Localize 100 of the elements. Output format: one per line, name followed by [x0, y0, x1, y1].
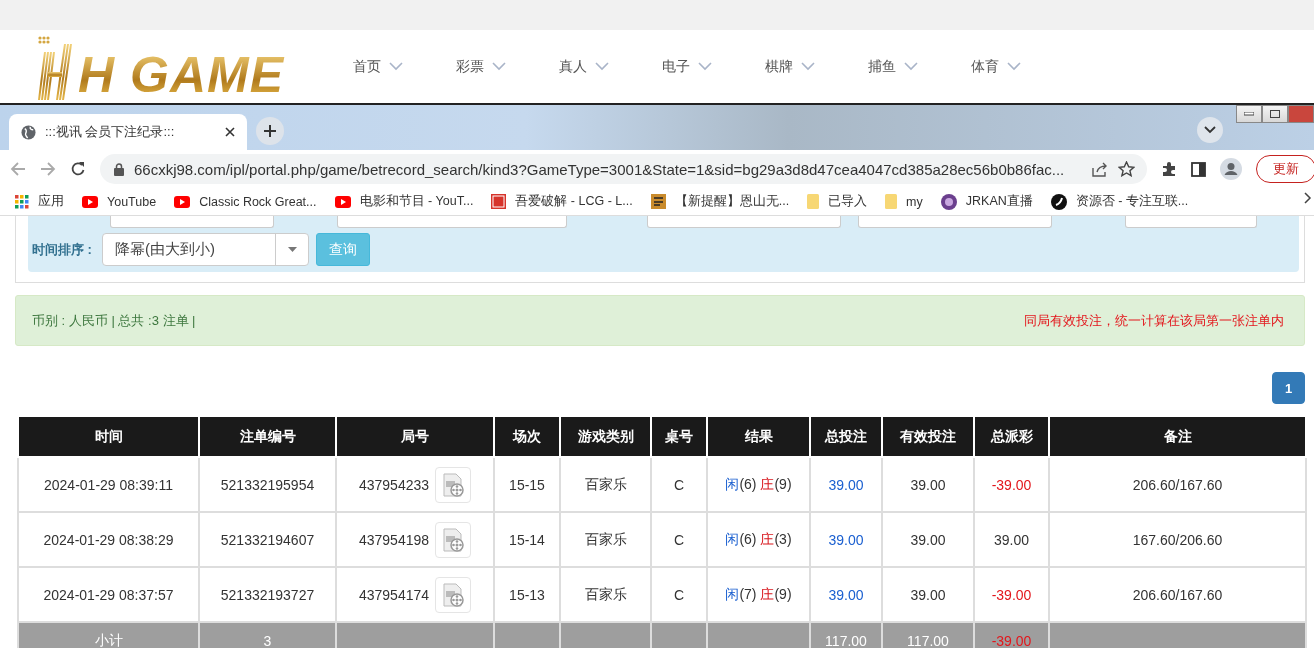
play-icon: [174, 195, 191, 208]
sort-select[interactable]: 降幂(由大到小): [102, 233, 309, 266]
nav-item[interactable]: 首页: [353, 57, 456, 76]
input-field[interactable]: [110, 216, 274, 228]
close-icon[interactable]: [225, 127, 235, 137]
column-header: 场次: [494, 417, 560, 457]
table-cell: 15-15: [494, 457, 560, 512]
sort-label: 时间排序 :: [32, 240, 93, 259]
chevron-down-icon: [595, 62, 609, 71]
folder-icon: [807, 194, 820, 209]
bookmark-item[interactable]: JRKAN直播: [940, 193, 1033, 210]
table-cell: 百家乐: [560, 457, 651, 512]
plus-icon: [263, 124, 277, 138]
minimize-icon: [1244, 112, 1254, 116]
back-icon[interactable]: [10, 161, 26, 177]
nav-item[interactable]: 捕鱼: [868, 57, 971, 76]
nav-item[interactable]: 真人: [559, 57, 662, 76]
video-file-icon[interactable]: [435, 576, 472, 613]
bookmark-item[interactable]: 吾爱破解 - LCG - L...: [491, 193, 633, 210]
orb-icon: [940, 193, 957, 210]
chevron-right-icon[interactable]: [1304, 192, 1312, 204]
share-icon[interactable]: [1092, 161, 1108, 177]
profile-avatar-icon[interactable]: [1220, 158, 1242, 180]
input-field[interactable]: [337, 216, 567, 228]
chevron-down-icon: [904, 62, 918, 71]
reload-icon[interactable]: [70, 161, 86, 177]
summary-text: 币别 : 人民币 | 总共 :3 注单 |: [32, 311, 196, 330]
bookmark-item[interactable]: 应用: [15, 193, 64, 210]
table-cell: 百家乐: [560, 512, 651, 567]
table-cell: 206.60/167.60: [1049, 457, 1306, 512]
square-logo-icon: [650, 194, 666, 209]
globe-icon: [21, 124, 36, 140]
update-button[interactable]: 更新: [1256, 155, 1314, 183]
chevron-down-icon: [1204, 126, 1216, 134]
table-cell: 521332194607: [199, 512, 336, 567]
seal-icon: [491, 194, 507, 209]
lock-icon: [114, 162, 124, 176]
table-cell: 2024-01-29 08:38:29: [18, 512, 199, 567]
bookmark-item[interactable]: 【新提醒】恩山无...: [650, 193, 790, 210]
nav-item[interactable]: 体育: [971, 57, 1074, 76]
bookmark-item[interactable]: my: [885, 194, 923, 209]
star-icon[interactable]: [1118, 161, 1135, 177]
table-cell: 437954198: [358, 531, 430, 548]
browser-tab[interactable]: :::视讯 会员下注纪录:::: [9, 114, 247, 150]
column-header: 时间: [18, 417, 199, 457]
bookmark-item[interactable]: 已导入: [807, 193, 868, 210]
result-cell: 闲(6) 庄(3): [707, 512, 810, 567]
column-header: 桌号: [651, 417, 707, 457]
table-cell: 167.60/206.60: [1049, 512, 1306, 567]
address-bar[interactable]: 66cxkj98.com/ipl/portal.php/game/betrecord_search/kind3?GameType=3001&State=1&sid=bg29a3d8d47cea4047cd385a28ec56b0b86fac...: [100, 154, 1147, 184]
table-cell: 小计: [18, 622, 199, 648]
folder-icon: [885, 194, 898, 209]
maximize-button[interactable]: [1262, 105, 1288, 123]
chevron-down-icon: [801, 62, 815, 71]
table-cell: 437954174: [358, 586, 430, 603]
table-cell: -39.00: [974, 622, 1049, 648]
column-header: 游戏类别: [560, 417, 651, 457]
maximize-icon: [1270, 110, 1280, 118]
notice-text: 同局有效投注，统一计算在该局第一张注单内: [1024, 311, 1284, 330]
nav-item[interactable]: 电子: [662, 57, 765, 76]
input-field[interactable]: [647, 216, 841, 228]
video-file-icon[interactable]: [435, 521, 472, 558]
column-header: 局号: [336, 417, 494, 457]
nav-item[interactable]: 彩票: [456, 57, 559, 76]
play-icon: [334, 195, 351, 208]
video-file-icon[interactable]: [435, 466, 472, 503]
chevron-down-icon: [1007, 62, 1021, 71]
chevron-down-icon: [698, 62, 712, 71]
result-cell: 闲(6) 庄(9): [707, 457, 810, 512]
table-cell: 3: [199, 622, 336, 648]
table-cell: 39.00: [810, 512, 882, 567]
bookmark-item[interactable]: 资源否 - 专注互联...: [1050, 193, 1189, 210]
column-header: 备注: [1049, 417, 1306, 457]
table-cell: C: [651, 457, 707, 512]
table-cell: -39.00: [974, 457, 1049, 512]
puzzle-icon[interactable]: [1161, 161, 1177, 177]
nav-item[interactable]: 棋牌: [765, 57, 868, 76]
chevron-down-icon: [389, 62, 403, 71]
new-tab-button[interactable]: [256, 117, 284, 145]
table-cell: 2024-01-29 08:39:11: [18, 457, 199, 512]
caret-icon: [287, 247, 297, 252]
table-cell: 39.00: [810, 457, 882, 512]
table-cell: 15-14: [494, 512, 560, 567]
round-logo-icon: [1050, 193, 1067, 210]
bookmark-item[interactable]: Classic Rock Great...: [174, 194, 317, 209]
table-cell: 117.00: [882, 622, 974, 648]
forward-icon[interactable]: [40, 161, 56, 177]
side-panel-icon[interactable]: [1191, 161, 1206, 177]
column-header: 总投注: [810, 417, 882, 457]
table-cell: 39.00: [882, 512, 974, 567]
column-header: 注单编号: [199, 417, 336, 457]
apps-grid-icon: [15, 194, 29, 209]
page-button[interactable]: 1: [1272, 372, 1305, 404]
input-field[interactable]: [858, 216, 1052, 228]
bookmark-item[interactable]: YouTube: [82, 194, 157, 209]
tab-search-button[interactable]: [1197, 117, 1223, 143]
chevron-down-icon: [492, 62, 506, 71]
column-header: 有效投注: [882, 417, 974, 457]
bookmark-item[interactable]: 电影和节目 - YouT...: [334, 193, 474, 210]
input-field[interactable]: [1125, 216, 1257, 228]
